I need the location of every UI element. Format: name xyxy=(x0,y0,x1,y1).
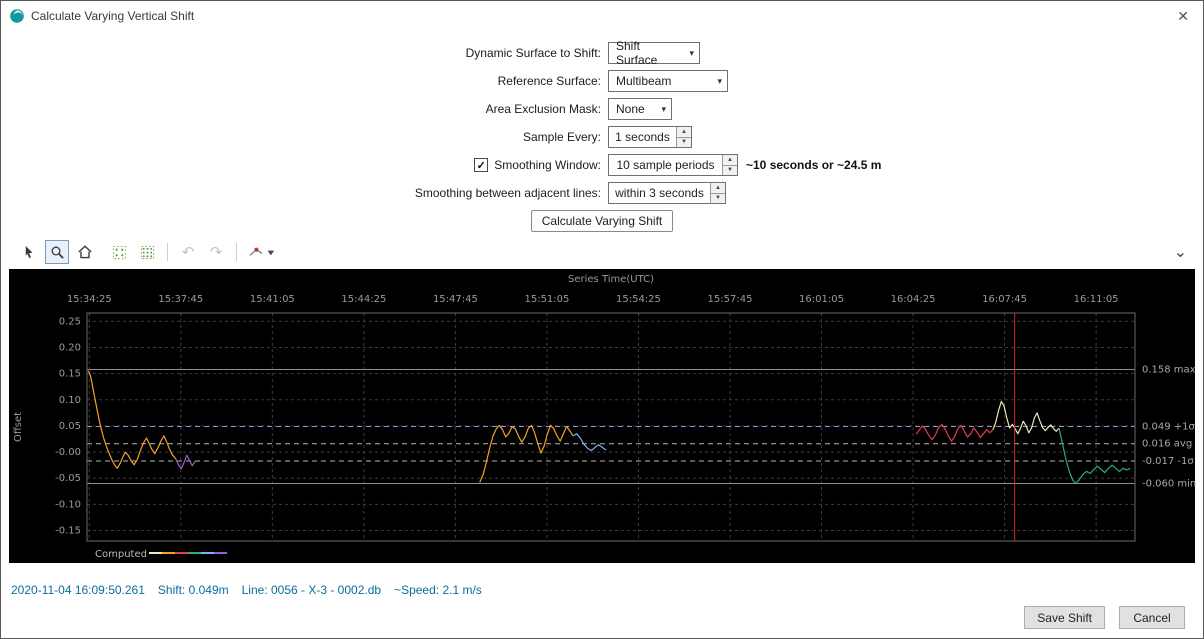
svg-text:0.158 max: 0.158 max xyxy=(1142,364,1196,375)
spin-down-icon[interactable]: ▼ xyxy=(711,193,725,204)
svg-text:15:34:25: 15:34:25 xyxy=(67,294,112,305)
status-timestamp: 2020-11-04 16:09:50.261 xyxy=(11,583,145,597)
offset-time-chart-svg[interactable]: Series Time(UTC) 15:34:25 15:37:45 15:41:05… xyxy=(9,269,1197,563)
series-style-menu-icon[interactable] xyxy=(245,240,279,264)
sample-every-spinner[interactable]: 1 seconds ▲ ▼ xyxy=(608,126,692,148)
area-exclusion-mask-label: Area Exclusion Mask: xyxy=(486,102,601,116)
reference-surface-select[interactable]: Multibeam ▾ xyxy=(608,70,728,92)
cursor-status-line: 2020-11-04 16:09:50.261 Shift: 0.049m Line… xyxy=(11,583,495,597)
status-speed: ~Speed: 2.1 m/s xyxy=(394,583,482,597)
svg-text:16:04:25: 16:04:25 xyxy=(891,294,936,305)
toolbar-separator xyxy=(167,243,168,261)
svg-text:15:44:25: 15:44:25 xyxy=(341,294,386,305)
svg-text:0.016 avg: 0.016 avg xyxy=(1142,439,1192,450)
svg-text:0.15: 0.15 xyxy=(59,369,81,380)
svg-text:-0.017 -1σ: -0.017 -1σ xyxy=(1142,456,1194,467)
smoothing-adjacent-label: Smoothing between adjacent lines: xyxy=(415,186,601,200)
status-shift: Shift: 0.049m xyxy=(158,583,229,597)
svg-text:-0.05: -0.05 xyxy=(55,473,81,484)
undo-icon[interactable]: ↶ xyxy=(176,240,200,264)
row-dynamic-surface: Dynamic Surface to Shift: Shift Surface … xyxy=(1,42,1203,64)
dynamic-surface-value: Shift Surface xyxy=(616,39,681,67)
row-reference-surface: Reference Surface: Multibeam ▾ xyxy=(1,70,1203,92)
spin-up-icon[interactable]: ▲ xyxy=(711,183,725,193)
title-bar[interactable]: Calculate Varying Vertical Shift ✕ xyxy=(1,1,1203,31)
svg-text:16:11:05: 16:11:05 xyxy=(1074,294,1119,305)
svg-text:15:37:45: 15:37:45 xyxy=(158,294,203,305)
dialog-footer: Save Shift Cancel xyxy=(1024,606,1185,629)
collapse-panel-chevron-icon[interactable]: ⌄ xyxy=(1174,242,1187,262)
svg-text:0.049 +1σ: 0.049 +1σ xyxy=(1142,421,1196,432)
cancel-button[interactable]: Cancel xyxy=(1119,606,1185,629)
svg-text:-0.00: -0.00 xyxy=(55,447,81,458)
svg-text:Computed: Computed xyxy=(95,549,147,560)
svg-text:0.05: 0.05 xyxy=(59,421,81,432)
svg-text:Offset: Offset xyxy=(13,412,24,442)
reference-surface-label: Reference Surface: xyxy=(498,74,601,88)
smoothing-window-hint: ~10 seconds or ~24.5 m xyxy=(746,158,881,172)
smoothing-window-label: Smoothing Window: xyxy=(494,158,601,172)
svg-text:-0.060 min: -0.060 min xyxy=(1142,478,1196,489)
smoothing-adjacent-spinner[interactable]: within 3 seconds ▲ ▼ xyxy=(608,182,726,204)
svg-text:16:07:45: 16:07:45 xyxy=(982,294,1027,305)
svg-text:15:51:05: 15:51:05 xyxy=(524,294,569,305)
svg-text:16:01:05: 16:01:05 xyxy=(799,294,844,305)
chart-toolbar: ↶ ↷ ⌄ xyxy=(17,239,1187,265)
area-exclusion-mask-select[interactable]: None ▾ xyxy=(608,98,672,120)
offset-time-chart[interactable]: Series Time(UTC) 15:34:25 15:37:45 15:41:05… xyxy=(9,269,1195,563)
svg-text:15:54:25: 15:54:25 xyxy=(616,294,661,305)
svg-text:0.25: 0.25 xyxy=(59,316,81,327)
spin-up-icon[interactable]: ▲ xyxy=(677,127,691,137)
svg-text:15:47:45: 15:47:45 xyxy=(433,294,478,305)
toolbar-separator xyxy=(236,243,237,261)
smoothing-adjacent-value: within 3 seconds xyxy=(609,183,710,203)
dialog-title: Calculate Varying Vertical Shift xyxy=(31,1,194,31)
check-icon: ✓ xyxy=(477,159,486,172)
svg-text:Series Time(UTC): Series Time(UTC) xyxy=(568,274,654,285)
save-shift-button[interactable]: Save Shift xyxy=(1024,606,1105,629)
chevron-down-icon: ▾ xyxy=(709,76,722,87)
chevron-down-icon: ▾ xyxy=(681,48,694,59)
row-smoothing-adjacent: Smoothing between adjacent lines: within… xyxy=(1,182,1203,204)
area-exclusion-mask-value: None xyxy=(616,102,645,116)
pointer-tool-icon[interactable] xyxy=(17,240,41,264)
spin-down-icon[interactable]: ▼ xyxy=(677,137,691,148)
app-logo-icon xyxy=(9,8,25,24)
close-icon[interactable]: ✕ xyxy=(1177,8,1189,25)
svg-text:-0.15: -0.15 xyxy=(55,526,81,537)
row-area-exclusion-mask: Area Exclusion Mask: None ▾ xyxy=(1,98,1203,120)
svg-text:15:57:45: 15:57:45 xyxy=(708,294,753,305)
home-view-icon[interactable] xyxy=(73,240,97,264)
dynamic-surface-label: Dynamic Surface to Shift: xyxy=(466,46,601,60)
dialog-calculate-varying-vertical-shift: Calculate Varying Vertical Shift ✕ Dynam… xyxy=(0,0,1204,639)
sample-every-label: Sample Every: xyxy=(523,130,601,144)
grid-major-toggle-icon[interactable] xyxy=(107,240,131,264)
zoom-tool-icon[interactable] xyxy=(45,240,69,264)
chevron-down-icon: ▾ xyxy=(653,104,666,115)
smoothing-window-checkbox[interactable]: ✓ xyxy=(474,158,488,172)
svg-text:0.10: 0.10 xyxy=(59,395,81,406)
svg-text:15:41:05: 15:41:05 xyxy=(250,294,295,305)
calculate-varying-shift-button[interactable]: Calculate Varying Shift xyxy=(531,210,674,232)
spin-up-icon[interactable]: ▲ xyxy=(723,155,737,165)
dynamic-surface-select[interactable]: Shift Surface ▾ xyxy=(608,42,700,64)
smoothing-window-value: 10 sample periods xyxy=(609,155,722,175)
shift-form: Dynamic Surface to Shift: Shift Surface … xyxy=(1,42,1203,232)
row-sample-every: Sample Every: 1 seconds ▲ ▼ xyxy=(1,126,1203,148)
reference-surface-value: Multibeam xyxy=(616,74,671,88)
spin-down-icon[interactable]: ▼ xyxy=(723,165,737,176)
smoothing-window-spinner[interactable]: 10 sample periods ▲ ▼ xyxy=(608,154,738,176)
svg-text:0.20: 0.20 xyxy=(59,343,81,354)
status-line-name: Line: 0056 - X-3 - 0002.db xyxy=(242,583,381,597)
redo-icon[interactable]: ↷ xyxy=(204,240,228,264)
svg-text:-0.10: -0.10 xyxy=(55,499,81,510)
row-smoothing-window: ✓ Smoothing Window: 10 sample periods ▲ … xyxy=(1,154,1203,176)
grid-minor-toggle-icon[interactable] xyxy=(135,240,159,264)
sample-every-value: 1 seconds xyxy=(609,127,676,147)
